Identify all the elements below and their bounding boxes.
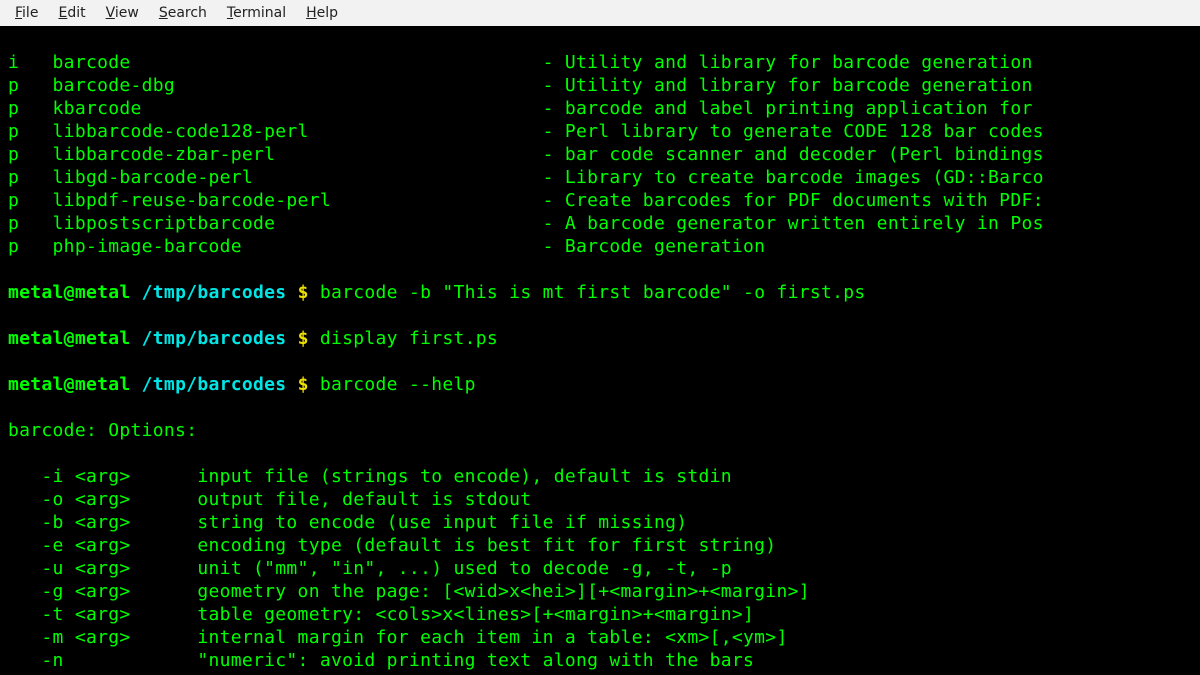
- package-row: p php-image-barcode - Barcode generation: [8, 235, 1192, 258]
- menu-edit[interactable]: Edit: [49, 0, 94, 28]
- command-input: barcode --help: [320, 374, 476, 395]
- help-header: barcode: Options:: [8, 419, 1192, 442]
- help-option-row: -b <arg> string to encode (use input fil…: [8, 511, 1192, 534]
- package-row: p libbarcode-zbar-perl - bar code scanne…: [8, 143, 1192, 166]
- command-input: barcode -b "This is mt first barcode" -o…: [320, 282, 866, 303]
- help-option-row: -g <arg> geometry on the page: [<wid>x<h…: [8, 580, 1192, 603]
- menu-help[interactable]: Help: [297, 0, 347, 28]
- help-option-row: -i <arg> input file (strings to encode),…: [8, 465, 1192, 488]
- package-row: p barcode-dbg - Utility and library for …: [8, 74, 1192, 97]
- prompt-line-2: metal@metal /tmp/barcodes $ display firs…: [8, 327, 1192, 350]
- menu-view[interactable]: View: [97, 0, 148, 28]
- menu-terminal[interactable]: Terminal: [218, 0, 295, 28]
- package-row: p libbarcode-code128-perl - Perl library…: [8, 120, 1192, 143]
- package-row: p kbarcode - barcode and label printing …: [8, 97, 1192, 120]
- help-option-row: -n "numeric": avoid printing text along …: [8, 649, 1192, 672]
- menu-search[interactable]: Search: [150, 0, 216, 28]
- package-row: p libgd-barcode-perl - Library to create…: [8, 166, 1192, 189]
- help-option-row: -e <arg> encoding type (default is best …: [8, 534, 1192, 557]
- help-options: -i <arg> input file (strings to encode),…: [8, 465, 1192, 675]
- menubar: File Edit View Search Terminal Help: [0, 0, 1200, 26]
- terminal-output[interactable]: i barcode - Utility and library for barc…: [0, 26, 1200, 675]
- package-row: p libpostscriptbarcode - A barcode gener…: [8, 212, 1192, 235]
- package-search-results: i barcode - Utility and library for barc…: [8, 51, 1192, 258]
- help-option-row: -m <arg> internal margin for each item i…: [8, 626, 1192, 649]
- prompt-line-1: metal@metal /tmp/barcodes $ barcode -b "…: [8, 281, 1192, 304]
- command-input: display first.ps: [320, 328, 498, 349]
- package-row: p libpdf-reuse-barcode-perl - Create bar…: [8, 189, 1192, 212]
- help-option-row: -o <arg> output file, default is stdout: [8, 488, 1192, 511]
- prompt-line-3: metal@metal /tmp/barcodes $ barcode --he…: [8, 373, 1192, 396]
- help-option-row: -u <arg> unit ("mm", "in", ...) used to …: [8, 557, 1192, 580]
- package-row: i barcode - Utility and library for barc…: [8, 51, 1192, 74]
- help-option-row: -t <arg> table geometry: <cols>x<lines>[…: [8, 603, 1192, 626]
- menu-file[interactable]: File: [6, 0, 47, 28]
